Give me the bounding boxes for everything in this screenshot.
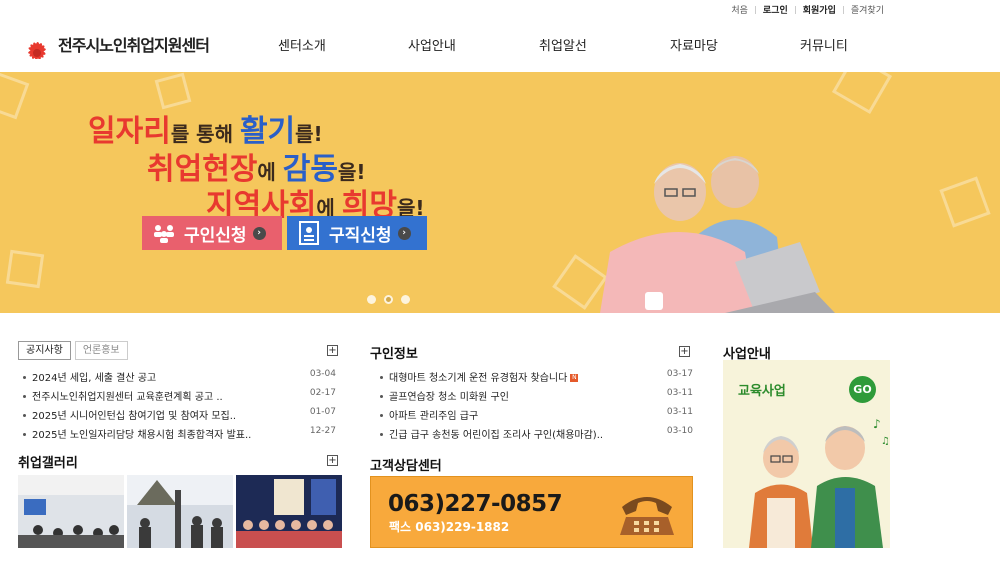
nav-placement[interactable]: 취업알선: [539, 35, 587, 54]
phone-number: 063)227-0857: [388, 491, 563, 517]
gallery-title: 취업갤러리: [18, 456, 78, 471]
list-item[interactable]: 2024년 세입, 세출 결산 공고 03-04: [20, 369, 336, 388]
job-seek-button[interactable]: 구직신청 ›: [287, 216, 427, 250]
notice-title: 전주시노인취업지원센터 교육훈련계획 공고 ..: [32, 392, 223, 403]
main-nav: 센터소개 사업안내 취업알선 자료마당 커뮤니티: [0, 35, 1000, 55]
job-seek-label: 구직신청: [329, 225, 392, 246]
job-date: 03-11: [666, 388, 693, 398]
tab-press[interactable]: 언론홍보: [74, 341, 128, 360]
list-item[interactable]: 2025년 노인일자리담당 채용시험 최종합격자 발표.. 12-27: [20, 426, 336, 445]
gallery-photo-3[interactable]: [236, 475, 342, 548]
slide-indicator: [367, 295, 410, 304]
job-offer-label: 구인신청: [184, 225, 247, 246]
nav-resources[interactable]: 자료마당: [670, 35, 718, 54]
bullet: [23, 375, 26, 379]
page: 처음 로그인 회원가입 즐겨찾기 전주시노인취업지원센터 센터소개 사업안내 취…: [0, 0, 1000, 563]
list-item[interactable]: 2025년 시니어인턴십 참여기업 및 참여자 모집.. 01-07: [20, 407, 336, 426]
notice-date: 01-07: [309, 407, 336, 417]
notice-tabs: 공지사항 언론홍보: [18, 341, 128, 360]
list-item[interactable]: 골프연습장 청소 미화원 구인 03-11: [377, 388, 693, 407]
gallery-photo-2[interactable]: [127, 475, 233, 548]
notice-list: 2024년 세입, 세출 결산 공고 03-04 전주시노인취업지원센터 교육훈련…: [20, 369, 336, 445]
bullet: [23, 394, 26, 398]
job-title: 긴급 급구 송천동 어린이집 조리사 구인(채용마감)..: [389, 430, 604, 441]
util-login-link[interactable]: 로그인: [763, 3, 788, 16]
list-item[interactable]: 아파트 관리주임 급구 03-11: [377, 407, 693, 426]
slogan-word: 를 통해: [170, 122, 240, 146]
jobs-more-icon[interactable]: +: [679, 346, 690, 357]
job-offer-button[interactable]: 구인신청 ›: [142, 216, 282, 250]
bullet: [23, 432, 26, 436]
bullet: [380, 375, 383, 379]
decor-square: [939, 176, 991, 228]
divider: [754, 5, 756, 14]
seniors-illustration: ♪ ♫: [749, 417, 890, 548]
bullet: [380, 394, 383, 398]
slide-dot-2[interactable]: [384, 295, 393, 304]
people-icon: [150, 219, 178, 247]
decor-square: [154, 72, 192, 110]
nav-about[interactable]: 센터소개: [278, 35, 326, 54]
go-button[interactable]: GO: [849, 376, 876, 403]
divider: [842, 5, 844, 14]
job-title: 골프연습장 청소 미화원 구인: [389, 392, 509, 403]
main-banner: 일자리를 통해 활기를! 취업현장에 감동을! 지역사회에 희망을! 구인신청 …: [0, 72, 1000, 313]
list-item[interactable]: 대형마트 청소기계 운전 유경험자 찾습니다 N 03-17: [377, 369, 693, 388]
job-date: 03-17: [666, 369, 693, 379]
notice-more-icon[interactable]: +: [327, 345, 338, 356]
svg-text:♪: ♪: [873, 417, 881, 431]
utility-nav: 처음 로그인 회원가입 즐겨찾기: [731, 3, 884, 16]
bullet: [23, 413, 26, 417]
contact-title: 고객상담센터: [370, 459, 442, 474]
gallery-thumbnails: [18, 475, 342, 548]
util-signup-link[interactable]: 회원가입: [803, 3, 836, 16]
bullet: [380, 413, 383, 417]
notice-title: 2024년 세입, 세출 결산 공고: [32, 373, 157, 384]
nav-business[interactable]: 사업안내: [408, 35, 456, 54]
notice-title: 2025년 시니어인턴십 참여기업 및 참여자 모집..: [32, 411, 237, 422]
arrow-right-icon: ›: [252, 226, 266, 240]
slide-dot-1[interactable]: [367, 295, 376, 304]
gallery-more-icon[interactable]: +: [327, 455, 338, 466]
util-home-link[interactable]: 처음: [731, 3, 748, 16]
slide-dot-3[interactable]: [401, 295, 410, 304]
notice-date: 03-04: [309, 369, 336, 379]
slogan-word: 를!: [295, 122, 323, 146]
jobs-list: 대형마트 청소기계 운전 유경험자 찾습니다 N 03-17 골프연습장 청소 미화…: [377, 369, 693, 445]
decor-square: [0, 72, 30, 120]
decor-square: [5, 249, 45, 289]
gallery-photo-1[interactable]: [18, 475, 124, 548]
svg-text:♫: ♫: [881, 436, 890, 447]
notice-date: 02-17: [309, 388, 336, 398]
divider: [794, 5, 796, 14]
job-date: 03-10: [666, 426, 693, 436]
arrow-right-icon: ›: [397, 226, 411, 240]
util-bookmark-link[interactable]: 즐겨찾기: [851, 3, 884, 16]
seniors-laptop-image: [600, 156, 835, 313]
decor-square: [831, 72, 893, 115]
job-title: 대형마트 청소기계 운전 유경험자 찾습니다: [389, 373, 568, 384]
fax-number: 팩스 063)229-1882: [389, 520, 510, 534]
nav-community[interactable]: 커뮤니티: [800, 35, 848, 54]
job-date: 03-11: [666, 407, 693, 417]
telephone-icon: [620, 497, 674, 535]
contact-box[interactable]: 063)227-0857 팩스 063)229-1882: [370, 476, 693, 548]
job-title: 아파트 관리주임 급구: [389, 411, 479, 422]
tab-notice[interactable]: 공지사항: [18, 341, 71, 360]
notice-date: 12-27: [309, 426, 336, 436]
list-item[interactable]: 전주시노인취업지원센터 교육훈련계획 공고 .. 02-17: [20, 388, 336, 407]
business-banner[interactable]: 교육사업 GO ♪ ♫: [723, 360, 890, 548]
notice-title: 2025년 노인일자리담당 채용시험 최종합격자 발표..: [32, 430, 252, 441]
business-label: 교육사업: [738, 384, 786, 399]
jobs-title: 구인정보: [370, 347, 418, 362]
new-badge: N: [570, 374, 579, 382]
list-item[interactable]: 긴급 급구 송천동 어린이집 조리사 구인(채용마감).. 03-10: [377, 426, 693, 445]
bullet: [380, 432, 383, 436]
resume-icon: [295, 219, 323, 247]
